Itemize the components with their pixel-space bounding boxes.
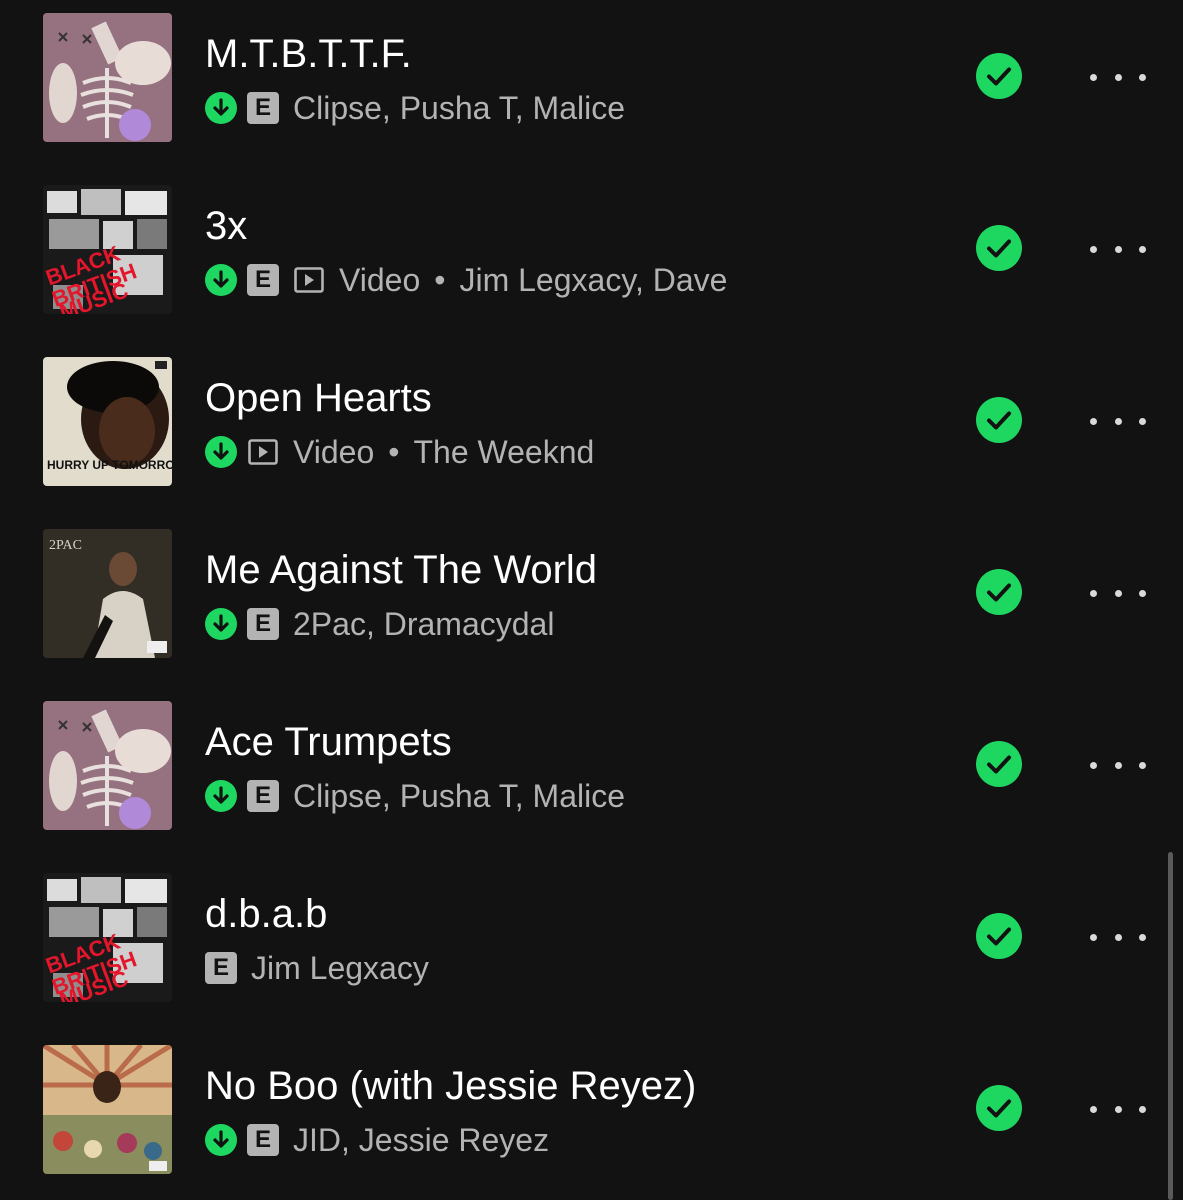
checkmark-icon[interactable] [976, 913, 1022, 959]
dot [1090, 933, 1097, 941]
dot [1114, 417, 1122, 425]
track-meta: E JID, Jessie Reyez [205, 1121, 550, 1158]
album-art-clipse [43, 701, 172, 830]
explicit-badge: E [205, 952, 237, 984]
track-row[interactable]: BLACK BRITISH MUSIC d.b.a.b E Jim Legxac… [0, 860, 1170, 1032]
explicit-badge: E [247, 92, 279, 124]
track-title: No Boo (with Jessie Reyez) [205, 1064, 697, 1108]
track-list: M.T.B.T.T.F. E Clipse, Pusha T, Malice B… [0, 0, 1183, 1200]
dot [1090, 73, 1097, 81]
more-options-icon[interactable] [1090, 57, 1146, 97]
track-title: M.T.B.T.T.F. [205, 32, 412, 76]
checkmark-icon[interactable] [976, 569, 1022, 615]
track-type: Video [339, 261, 421, 298]
track-type: Video [293, 433, 375, 470]
more-options-icon[interactable] [1090, 401, 1146, 441]
album-cover [43, 13, 172, 142]
checkmark-icon[interactable] [976, 1085, 1022, 1131]
album-cover [43, 701, 172, 830]
dot [1139, 245, 1146, 253]
track-row[interactable]: No Boo (with Jessie Reyez) E JID, Jessie… [0, 1032, 1170, 1200]
track-artists: The Weeknd [413, 433, 595, 470]
album-cover: HURRY UP TOMORROW [43, 357, 172, 486]
dot [1114, 73, 1122, 81]
checkmark-icon[interactable] [976, 741, 1022, 787]
album-art-me-against-the-world: 2PAC [43, 529, 172, 658]
album-art-clipse [43, 13, 172, 142]
track-row[interactable]: M.T.B.T.T.F. E Clipse, Pusha T, Malice [0, 0, 1170, 172]
album-art-black-british-music: BLACK BRITISH MUSIC [43, 873, 172, 1002]
dot [1114, 761, 1122, 769]
track-title: Open Hearts [205, 376, 432, 420]
explicit-badge: E [247, 608, 279, 640]
track-row[interactable]: 2PAC Me Against The World E 2Pac, Dramac… [0, 516, 1170, 688]
track-title: d.b.a.b [205, 892, 328, 936]
track-artists: Clipse, Pusha T, Malice [293, 89, 625, 126]
download-arrow-icon [205, 436, 237, 468]
explicit-badge: E [247, 780, 279, 812]
cover-text: 2PAC [49, 538, 82, 553]
checkmark-icon[interactable] [976, 397, 1022, 443]
album-cover: BLACK BRITISH MUSIC [43, 873, 172, 1002]
track-row[interactable]: HURRY UP TOMORROW Open Hearts Video • Th… [0, 344, 1170, 516]
separator: • [388, 433, 400, 470]
album-cover: BLACK BRITISH MUSIC [43, 185, 172, 314]
checkmark-icon[interactable] [976, 225, 1022, 271]
dot [1139, 761, 1146, 769]
dot [1139, 589, 1146, 597]
dot [1090, 761, 1097, 769]
track-meta: E Jim Legxacy [205, 949, 429, 986]
album-art-jid [43, 1045, 172, 1174]
album-cover [43, 1045, 172, 1174]
more-options-icon[interactable] [1090, 573, 1146, 613]
track-artists: Jim Legxacy, Dave [459, 261, 728, 298]
dot [1114, 933, 1122, 941]
dot [1114, 589, 1122, 597]
more-options-icon[interactable] [1090, 745, 1146, 785]
download-arrow-icon [205, 608, 237, 640]
track-row[interactable]: BLACK BRITISH MUSIC 3x E Video • Jim Leg… [0, 172, 1170, 344]
download-arrow-icon [205, 1124, 237, 1156]
track-meta: Video • The Weeknd [205, 433, 595, 470]
album-cover: 2PAC [43, 529, 172, 658]
track-meta: E Video • Jim Legxacy, Dave [205, 261, 728, 298]
dot [1139, 73, 1146, 81]
cover-text: HURRY UP TOMORROW [47, 458, 172, 472]
dot [1139, 417, 1146, 425]
video-play-icon [247, 436, 279, 468]
dot [1114, 1105, 1122, 1113]
download-arrow-icon [205, 780, 237, 812]
download-arrow-icon [205, 264, 237, 296]
more-options-icon[interactable] [1090, 917, 1146, 957]
track-meta: E 2Pac, Dramacydal [205, 605, 555, 642]
explicit-badge: E [247, 264, 279, 296]
track-title: Ace Trumpets [205, 720, 452, 764]
separator: • [434, 261, 446, 298]
scrollbar[interactable] [1168, 852, 1173, 1200]
dot [1090, 589, 1097, 597]
track-artists: JID, Jessie Reyez [293, 1121, 550, 1158]
download-arrow-icon [205, 92, 237, 124]
track-artists: Jim Legxacy [251, 949, 429, 986]
more-options-icon[interactable] [1090, 1089, 1146, 1129]
dot [1090, 245, 1097, 253]
track-artists: Clipse, Pusha T, Malice [293, 777, 625, 814]
album-art-black-british-music: BLACK BRITISH MUSIC [43, 185, 172, 314]
dot [1090, 417, 1097, 425]
track-title: Me Against The World [205, 548, 598, 592]
dot [1139, 933, 1146, 941]
album-art-hurry-up-tomorrow: HURRY UP TOMORROW [43, 357, 172, 486]
track-row[interactable]: Ace Trumpets E Clipse, Pusha T, Malice [0, 688, 1170, 860]
track-meta: E Clipse, Pusha T, Malice [205, 89, 625, 126]
dot [1114, 245, 1122, 253]
track-title: 3x [205, 204, 248, 248]
checkmark-icon[interactable] [976, 53, 1022, 99]
track-meta: E Clipse, Pusha T, Malice [205, 777, 625, 814]
video-play-icon [293, 264, 325, 296]
more-options-icon[interactable] [1090, 229, 1146, 269]
dot [1090, 1105, 1097, 1113]
dot [1139, 1105, 1146, 1113]
track-artists: 2Pac, Dramacydal [293, 605, 555, 642]
explicit-badge: E [247, 1124, 279, 1156]
